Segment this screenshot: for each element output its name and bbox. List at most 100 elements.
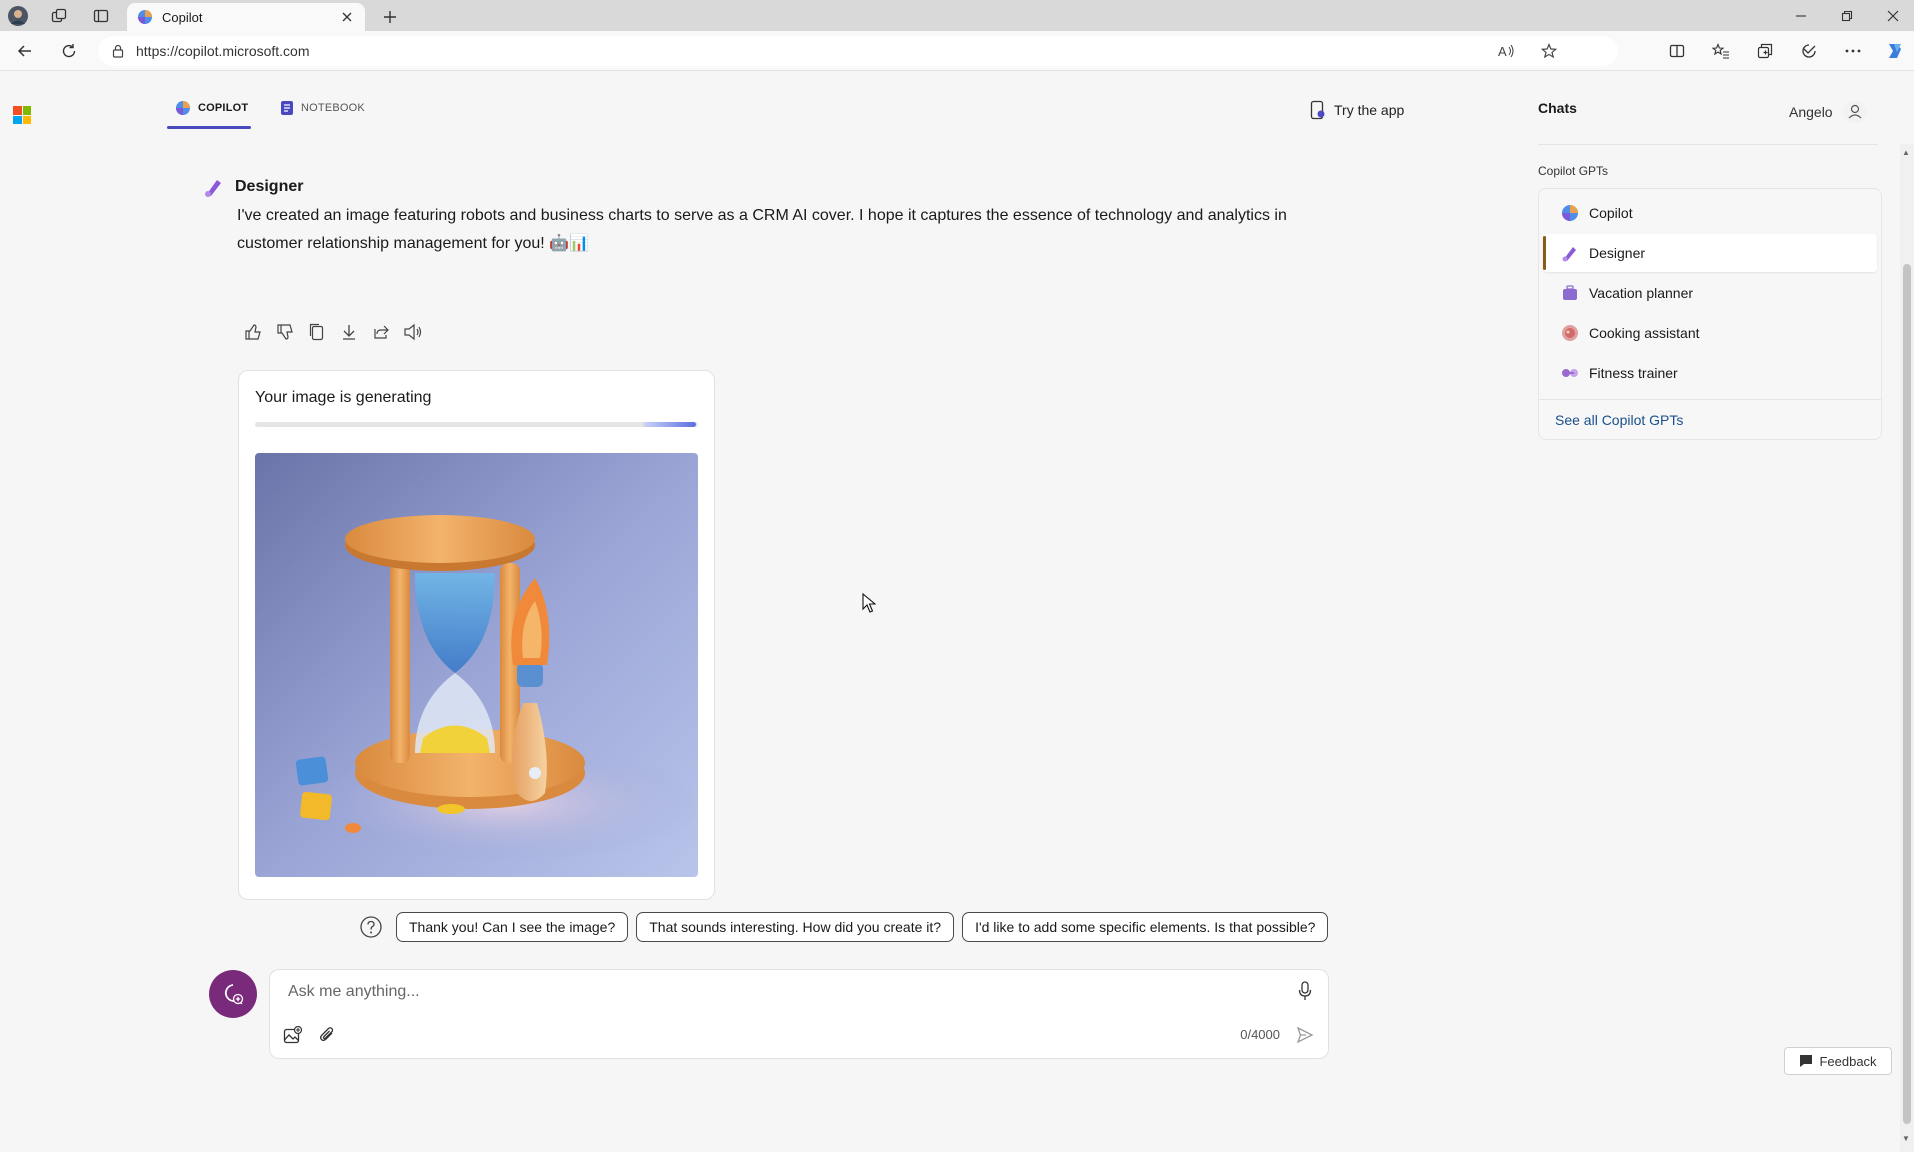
message-actions: [243, 322, 423, 342]
copilot-gpts-heading: Copilot GPTs: [1538, 164, 1609, 178]
scroll-down-icon[interactable]: ▼: [1902, 1134, 1910, 1143]
gpt-item-vacation-planner[interactable]: Vacation planner: [1543, 274, 1877, 312]
user-avatar-icon: [1843, 100, 1867, 124]
try-app-label: Try the app: [1334, 102, 1405, 118]
gpt-item-designer[interactable]: Designer: [1543, 234, 1877, 272]
tab-copilot-label: COPILOT: [198, 102, 249, 114]
close-window-icon[interactable]: [1879, 5, 1907, 27]
bowl-icon: [1561, 324, 1579, 342]
url-text[interactable]: https://copilot.microsoft.com: [136, 43, 310, 59]
tab-notebook[interactable]: NOTEBOOK: [280, 100, 365, 116]
suggestion-chip[interactable]: That sounds interesting. How did you cre…: [636, 912, 955, 942]
back-icon[interactable]: [14, 40, 36, 62]
workspaces-icon[interactable]: [48, 5, 70, 27]
share-icon[interactable]: [371, 322, 391, 342]
collections-icon[interactable]: [1754, 40, 1776, 62]
address-bar[interactable]: https://copilot.microsoft.com A: [98, 36, 1618, 66]
image-generation-card: Your image is generating: [238, 370, 715, 900]
message-author: Designer: [203, 176, 303, 198]
generated-image[interactable]: [255, 453, 698, 877]
tab-actions-icon[interactable]: [90, 5, 112, 27]
user-name: Angelo: [1789, 104, 1833, 120]
gpt-item-copilot[interactable]: Copilot: [1543, 194, 1877, 232]
microsoft-logo[interactable]: [13, 106, 31, 124]
help-question-icon[interactable]: [358, 914, 384, 940]
suitcase-icon: [1561, 284, 1579, 302]
svg-text:A: A: [1498, 44, 1507, 59]
gpt-item-label: Designer: [1589, 245, 1646, 261]
generation-progress-bar: [255, 422, 698, 427]
thumbs-down-icon[interactable]: [275, 322, 295, 342]
generation-status: Your image is generating: [255, 389, 432, 406]
progress-fill: [643, 422, 696, 427]
gpt-item-fitness-trainer[interactable]: Fitness trainer: [1543, 354, 1877, 392]
feedback-label: Feedback: [1819, 1053, 1877, 1069]
feedback-icon: [1800, 1055, 1813, 1067]
designer-icon: [1561, 244, 1579, 262]
copy-icon[interactable]: [307, 322, 327, 342]
copilot-icon: [1561, 204, 1579, 222]
send-icon[interactable]: [1294, 1024, 1316, 1046]
phone-icon: [1310, 100, 1325, 120]
suggestion-chip[interactable]: I'd like to add some specific elements. …: [962, 912, 1329, 942]
thumbs-up-icon[interactable]: [243, 322, 263, 342]
download-icon[interactable]: [339, 322, 359, 342]
scrollbar-thumb[interactable]: [1903, 264, 1911, 1124]
gpt-item-label: Copilot: [1589, 205, 1633, 221]
favorites-icon[interactable]: [1710, 40, 1732, 62]
see-all-gpts-link[interactable]: See all Copilot GPTs: [1555, 412, 1683, 428]
favorite-star-icon[interactable]: [1538, 40, 1560, 62]
copilot-favicon-icon: [137, 9, 153, 25]
suggestion-chips: Thank you! Can I see the image? That sou…: [358, 912, 1329, 942]
copilot-page: COPILOT NOTEBOOK Try the app Designer I'…: [0, 72, 1914, 1152]
browser-tab[interactable]: Copilot: [127, 3, 365, 31]
message-text: I've created an image featuring robots a…: [237, 207, 1287, 252]
tab-copilot[interactable]: COPILOT: [175, 100, 248, 116]
user-account[interactable]: Angelo: [1789, 100, 1867, 124]
more-options-icon[interactable]: [1842, 40, 1864, 62]
try-app-button[interactable]: Try the app: [1310, 100, 1404, 120]
copilot-icon: [176, 101, 190, 115]
dumbbell-icon: [1561, 364, 1579, 382]
split-screen-icon[interactable]: [1666, 40, 1688, 62]
profile-avatar-icon[interactable]: [7, 5, 29, 27]
author-name: Designer: [235, 178, 304, 195]
browser-tab-strip: Copilot: [0, 0, 1914, 31]
gpt-item-label: Vacation planner: [1589, 285, 1694, 301]
gpt-item-cooking-assistant[interactable]: Cooking assistant: [1543, 314, 1877, 352]
speaker-icon[interactable]: [403, 322, 423, 342]
scroll-up-icon[interactable]: ▲: [1902, 148, 1910, 157]
browser-essentials-icon[interactable]: [1798, 40, 1820, 62]
mouse-cursor-icon: [862, 593, 876, 613]
tab-title: Copilot: [162, 9, 203, 25]
close-tab-icon[interactable]: [339, 9, 355, 25]
new-topic-icon: [224, 984, 244, 1005]
browser-toolbar: https://copilot.microsoft.com A: [0, 31, 1914, 71]
designer-icon: [205, 180, 221, 197]
ask-input[interactable]: [286, 980, 1276, 1004]
read-aloud-icon[interactable]: A: [1496, 40, 1518, 62]
minimize-icon[interactable]: [1787, 5, 1815, 27]
add-image-icon[interactable]: [282, 1024, 304, 1046]
chat-composer: 0/4000: [269, 969, 1329, 1059]
feedback-button[interactable]: Feedback: [1784, 1047, 1892, 1075]
sidebar-divider: [1538, 144, 1878, 145]
new-topic-button[interactable]: [209, 970, 257, 1018]
gpt-item-label: Fitness trainer: [1589, 365, 1678, 381]
chats-heading[interactable]: Chats: [1538, 100, 1577, 116]
copilot-gpts-list: Copilot Designer Vacation planner Cookin…: [1538, 188, 1882, 440]
suggestion-chip[interactable]: Thank you! Can I see the image?: [396, 912, 629, 942]
page-scrollbar[interactable]: ▲ ▼: [1900, 144, 1914, 1152]
lock-icon[interactable]: [112, 44, 124, 58]
microphone-icon[interactable]: [1294, 980, 1316, 1002]
tab-notebook-label: NOTEBOOK: [301, 102, 365, 114]
notebook-icon: [281, 101, 293, 115]
gpt-list-divider: [1539, 399, 1881, 400]
restore-icon[interactable]: [1833, 5, 1861, 27]
attach-icon[interactable]: [316, 1024, 338, 1046]
char-counter: 0/4000: [1240, 1027, 1280, 1042]
refresh-icon[interactable]: [58, 40, 80, 62]
copilot-sidebar-icon[interactable]: [1884, 40, 1906, 62]
new-tab-icon[interactable]: [379, 6, 401, 28]
gpt-item-label: Cooking assistant: [1589, 325, 1700, 341]
